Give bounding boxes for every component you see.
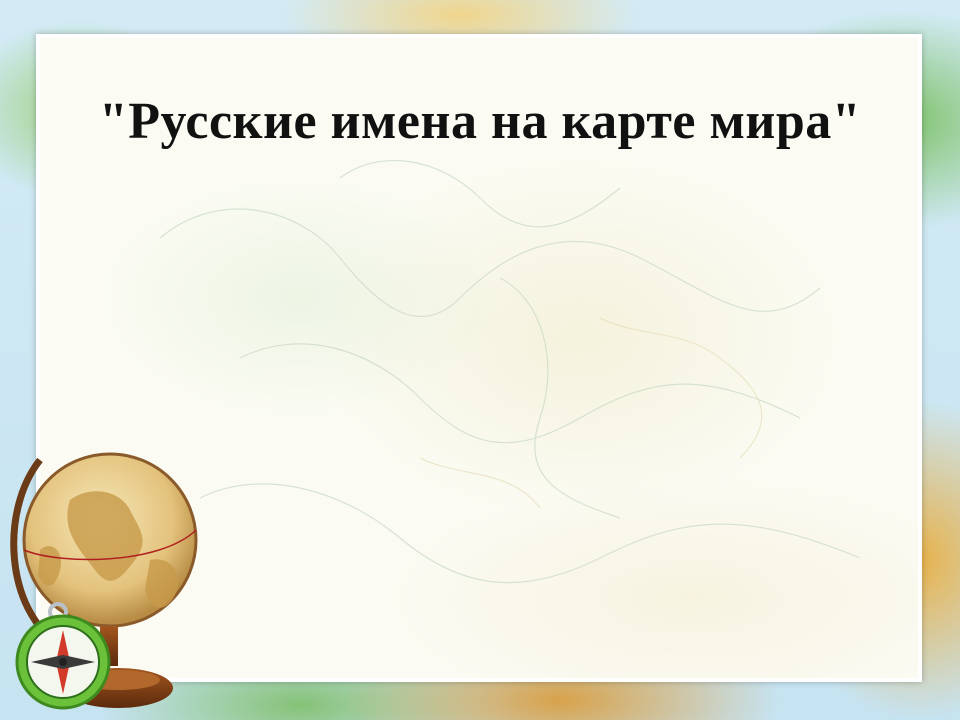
compass-icon (15, 602, 111, 710)
slide: "Русские имена на карте мира" (0, 0, 960, 720)
slide-title: "Русские имена на карте мира" (98, 93, 862, 150)
